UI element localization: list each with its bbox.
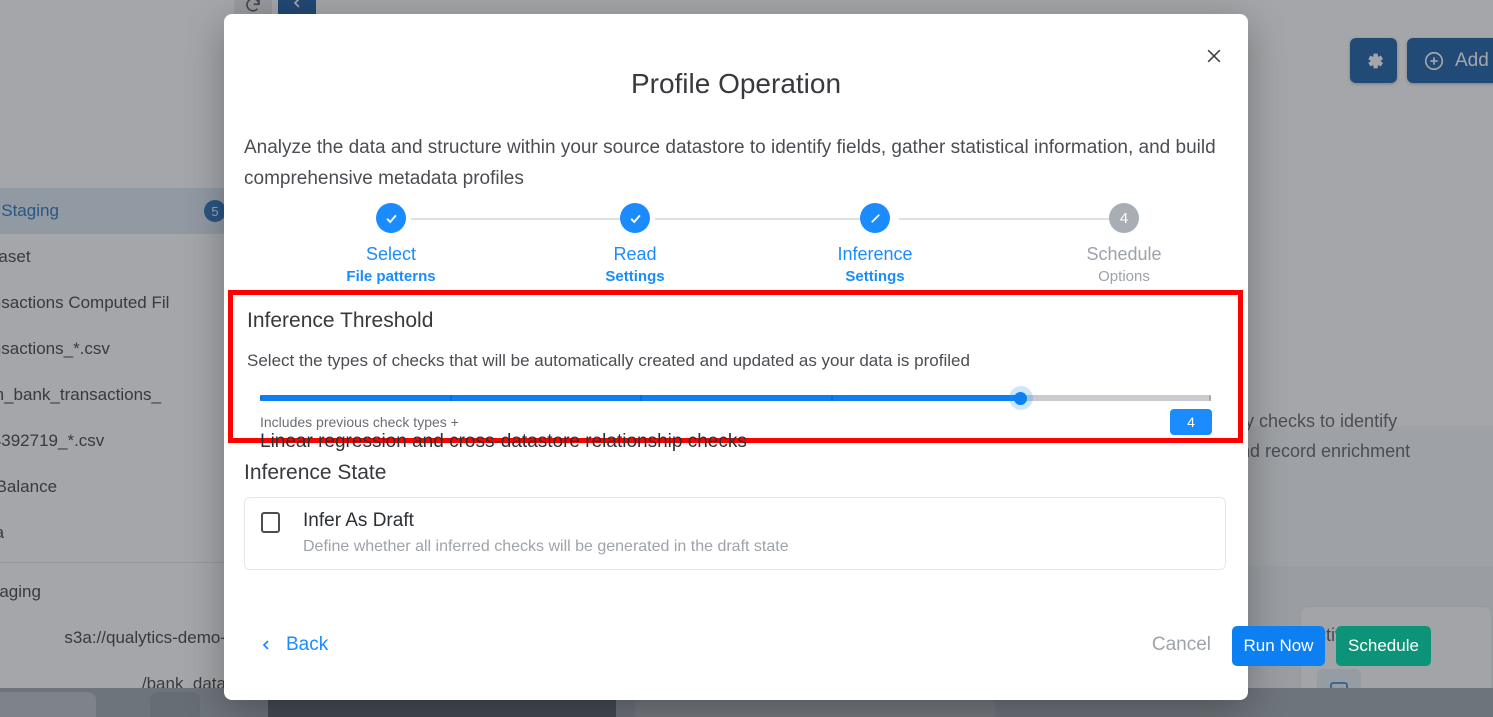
section-subtitle: Select the types of checks that will be … xyxy=(247,351,970,370)
inference-threshold-highlight: Inference Threshold Select the types of … xyxy=(228,290,1243,452)
stepper-step-read[interactable]: Read Settings xyxy=(555,196,715,285)
inference-threshold-section: Inference Threshold Select the types of … xyxy=(247,309,1224,452)
stepper-step-sublabel: Options xyxy=(1098,268,1150,285)
stepper-step-label: Select xyxy=(365,244,417,264)
threshold-caption-main: Linear regression and cross-datastore re… xyxy=(260,431,747,452)
stepper-step-sublabel: Settings xyxy=(605,268,665,285)
pencil-icon xyxy=(860,203,890,233)
back-button[interactable]: Back xyxy=(258,634,328,656)
modal-description: Analyze the data and structure within yo… xyxy=(244,137,1216,189)
slider-tick xyxy=(260,395,262,401)
modal-footer: Back Cancel Run Now Schedule xyxy=(244,626,1473,676)
infer-as-draft-checkbox[interactable] xyxy=(261,512,280,533)
slider-tick xyxy=(1209,395,1212,401)
slider-tick xyxy=(830,395,833,401)
stepper: Select File patterns Read Settings Infer… xyxy=(244,196,1228,296)
screen: Add es aset - Staging 5 k_Dataset k Tran… xyxy=(0,0,1493,717)
chevron-left-icon xyxy=(262,640,269,650)
run-now-button[interactable]: Run Now xyxy=(1232,626,1325,666)
cancel-button[interactable]: Cancel xyxy=(1152,634,1211,656)
stepper-step-label: Inference xyxy=(837,244,913,264)
infer-as-draft-label: Infer As Draft xyxy=(303,510,414,531)
slider-tick xyxy=(450,395,453,401)
page-title: Profile Operation xyxy=(630,68,842,99)
section-title: Inference Threshold xyxy=(247,309,434,332)
stepper-step-schedule[interactable]: 4 Schedule Options xyxy=(1044,196,1204,285)
stepper-step-label: Schedule xyxy=(1086,244,1162,264)
back-button-label: Back xyxy=(286,634,329,655)
close-icon xyxy=(1207,49,1221,63)
infer-as-draft-card[interactable]: Infer As Draft Define whether all inferr… xyxy=(244,497,1226,570)
stepper-step-sublabel: Settings xyxy=(845,268,905,285)
check-icon xyxy=(376,203,406,233)
schedule-button[interactable]: Schedule xyxy=(1336,626,1431,666)
inference-state-title: Inference State xyxy=(244,461,387,484)
slider-tick xyxy=(640,395,643,401)
threshold-caption-top: Includes previous check types + xyxy=(260,414,459,430)
slider-thumb[interactable] xyxy=(1008,386,1033,410)
stepper-step-inference[interactable]: Inference Settings xyxy=(795,196,955,285)
check-icon xyxy=(620,203,650,233)
infer-as-draft-description: Define whether all inferred checks will … xyxy=(303,538,789,555)
threshold-value-badge: 4 xyxy=(1170,409,1212,435)
stepper-step-number: 4 xyxy=(1109,203,1139,233)
stepper-step-sublabel: File patterns xyxy=(346,268,436,285)
stepper-step-select[interactable]: Select File patterns xyxy=(311,196,471,285)
stepper-step-label: Read xyxy=(613,244,657,264)
inference-threshold-slider[interactable] xyxy=(260,386,1212,410)
